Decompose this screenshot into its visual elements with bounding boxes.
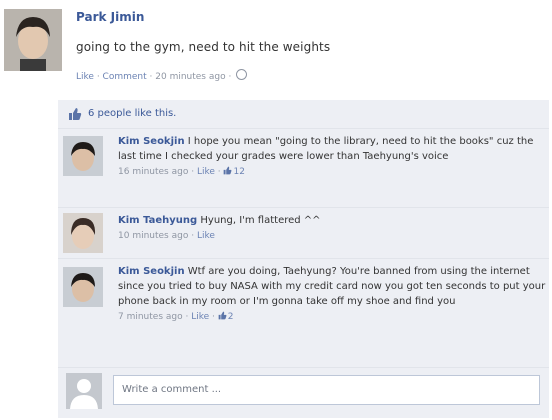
thumbs-up-icon bbox=[224, 166, 232, 175]
status-text: going to the gym, need to hit the weight… bbox=[76, 40, 331, 54]
post-meta: Like · Comment · 20 minutes ago · bbox=[76, 69, 248, 82]
likes-count[interactable]: 6 people like this. bbox=[88, 108, 176, 119]
commenter-avatar[interactable] bbox=[63, 213, 103, 253]
comment-composer: Write a comment ... bbox=[58, 368, 549, 418]
likes-summary: 6 people like this. bbox=[58, 100, 549, 129]
comment-meta: 10 minutes ago · Like bbox=[118, 231, 215, 241]
comment-item: Kim Seokjin I hope you mean "going to th… bbox=[58, 129, 549, 208]
comment-author[interactable]: Kim Seokjin bbox=[118, 136, 185, 147]
commenter-avatar[interactable] bbox=[63, 267, 103, 307]
facebook-post: Park Jimin going to the gym, need to hit… bbox=[0, 0, 552, 420]
post-timestamp[interactable]: 20 minutes ago bbox=[155, 72, 225, 82]
poster-avatar[interactable] bbox=[4, 9, 62, 71]
comment-timestamp[interactable]: 10 minutes ago bbox=[118, 231, 188, 241]
comment-body: Kim Taehyung Hyung, I'm flattered ^^ 10 … bbox=[118, 213, 546, 244]
current-user-avatar bbox=[66, 373, 102, 409]
separator: · bbox=[225, 72, 235, 82]
comment-author[interactable]: Kim Taehyung bbox=[118, 215, 197, 226]
feedback-box: 6 people like this. Kim Seokjin I hope y… bbox=[58, 100, 549, 418]
comment-body: Kim Seokjin Wtf are you doing, Taehyung?… bbox=[118, 264, 546, 325]
comment-timestamp[interactable]: 7 minutes ago bbox=[118, 312, 183, 322]
comment-link[interactable]: Comment bbox=[103, 72, 147, 82]
separator: · bbox=[146, 72, 156, 82]
like-link[interactable]: Like bbox=[76, 72, 94, 82]
comment-item: Kim Seokjin Wtf are you doing, Taehyung?… bbox=[58, 259, 549, 368]
commenter-avatar[interactable] bbox=[63, 136, 103, 176]
comment-like-link[interactable]: Like bbox=[191, 312, 209, 322]
comment-like-link[interactable]: Like bbox=[197, 231, 215, 241]
globe-icon bbox=[236, 69, 248, 80]
comment-author[interactable]: Kim Seokjin bbox=[118, 266, 185, 277]
comment-like-count[interactable]: 12 bbox=[233, 167, 244, 177]
comment-body: Kim Seokjin I hope you mean "going to th… bbox=[118, 134, 546, 180]
comment-timestamp[interactable]: 16 minutes ago bbox=[118, 167, 188, 177]
thumbs-up-icon bbox=[69, 108, 82, 120]
comment-meta: 16 minutes ago · Like · 12 bbox=[118, 166, 245, 177]
separator: · bbox=[93, 72, 103, 82]
comment-item: Kim Taehyung Hyung, I'm flattered ^^ 10 … bbox=[58, 208, 549, 259]
thumbs-up-icon bbox=[218, 311, 227, 320]
comment-like-count[interactable]: 2 bbox=[228, 312, 234, 322]
comment-meta: 7 minutes ago · Like · 2 bbox=[118, 311, 234, 322]
comment-text: Hyung, I'm flattered ^^ bbox=[200, 215, 321, 226]
poster-name[interactable]: Park Jimin bbox=[76, 10, 144, 24]
comment-like-link[interactable]: Like bbox=[197, 167, 215, 177]
comment-input[interactable]: Write a comment ... bbox=[113, 375, 540, 405]
